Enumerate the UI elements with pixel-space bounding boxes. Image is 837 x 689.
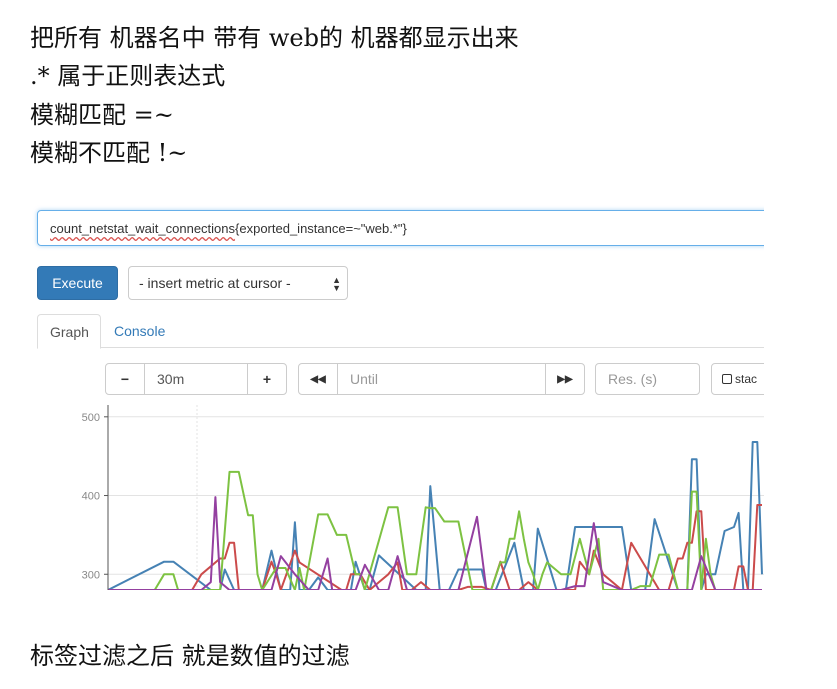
tab-graph[interactable]: Graph <box>37 314 101 349</box>
until-input[interactable]: Until <box>337 363 546 395</box>
stacked-label: stac <box>735 372 758 386</box>
range-input[interactable]: 30m <box>144 363 248 395</box>
graph-chart: 500 400 300 <box>82 405 764 590</box>
range-minus-button[interactable]: − <box>105 363 145 395</box>
y-tick-label-500: 500 <box>82 412 100 424</box>
y-tick-label-300: 300 <box>82 569 100 581</box>
prometheus-screenshot: count_netstat_wait_connections{exported_… <box>0 200 764 590</box>
insert-metric-select[interactable]: - insert metric at cursor - ▲ ▼ <box>128 266 348 300</box>
fast-backward-icon: ◀◀ <box>310 373 326 385</box>
minus-icon: − <box>120 371 130 387</box>
note-line-1: 把所有 机器名中 带有 web的 机器都显示出来 <box>30 24 519 52</box>
time-forward-button[interactable]: ▶▶ <box>545 363 585 395</box>
fast-forward-icon: ▶▶ <box>557 373 573 385</box>
range-plus-button[interactable]: + <box>247 363 287 395</box>
select-arrows-icon: ▲ ▼ <box>332 275 341 293</box>
note-line-4: 模糊不匹配 !~ <box>30 139 188 167</box>
note-footer: 标签过滤之后 就是数值的过滤 <box>30 642 350 670</box>
expression-metric: count_netstat_wait_connections <box>50 221 236 236</box>
expression-selector: {exported_instance=~"web.*"} <box>235 221 407 236</box>
time-back-button[interactable]: ◀◀ <box>298 363 338 395</box>
tab-console[interactable]: Console <box>102 314 177 348</box>
series-line-blue <box>107 441 763 590</box>
checkbox-icon <box>722 374 732 384</box>
plus-icon: + <box>262 371 272 387</box>
y-tick-label-400: 400 <box>82 491 100 503</box>
insert-metric-select-label: - insert metric at cursor - <box>139 275 291 291</box>
expression-input[interactable]: count_netstat_wait_connections{exported_… <box>37 210 764 246</box>
note-line-3: 模糊匹配 =~ <box>30 101 174 129</box>
resolution-input[interactable]: Res. (s) <box>595 363 700 395</box>
execute-button[interactable]: Execute <box>37 266 118 300</box>
note-line-2: .* 属于正则表达式 <box>30 62 226 90</box>
tabs-divider <box>101 347 764 348</box>
stacked-button[interactable]: stac <box>711 363 764 395</box>
